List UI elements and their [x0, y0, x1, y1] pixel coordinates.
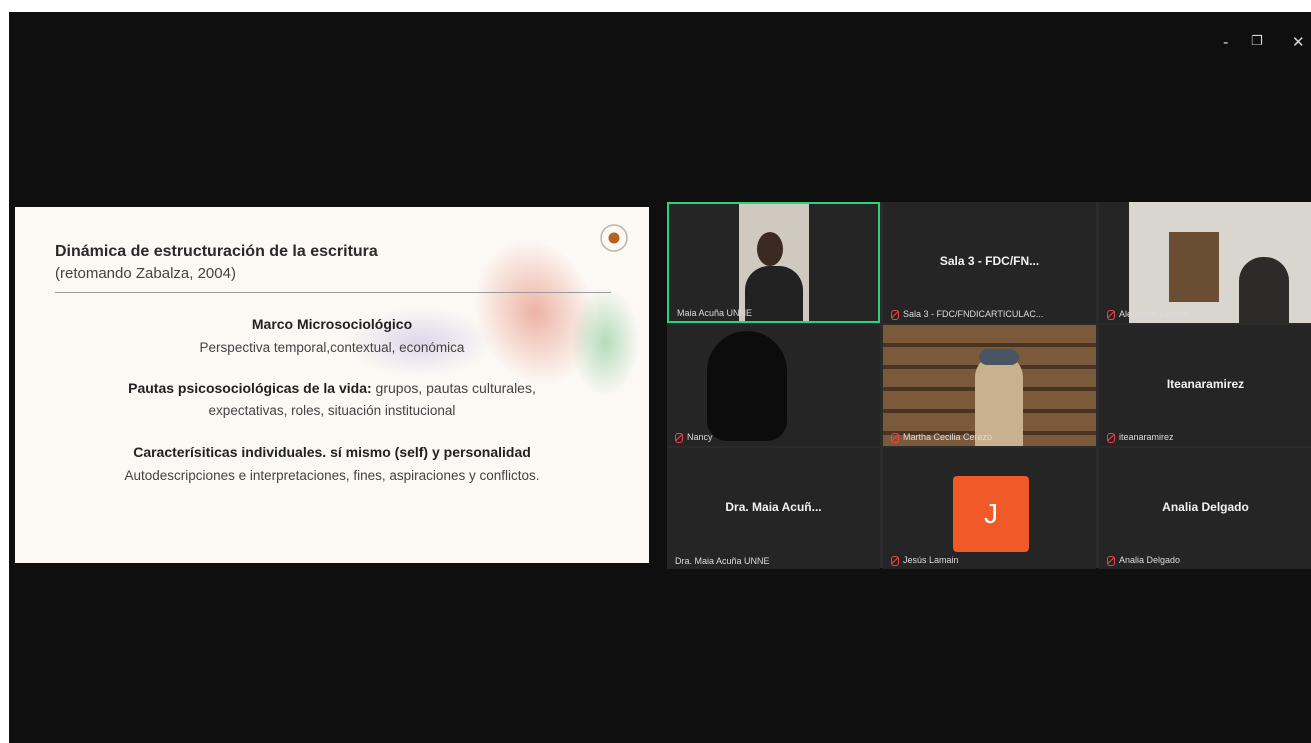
- participant-tile[interactable]: J Jesús Lamain: [883, 448, 1096, 569]
- muted-mic-icon: [891, 556, 899, 566]
- participant-tile[interactable]: Martha Cecilia Cerezo: [883, 325, 1096, 446]
- participant-tile[interactable]: Sala 3 - FDC/FN... Sala 3 - FDC/FNDICART…: [883, 202, 1096, 323]
- participant-video: [883, 325, 1096, 446]
- shared-screen-slide: Dinámica de estructuración de la escritu…: [15, 207, 649, 563]
- participant-video: [1129, 202, 1311, 323]
- section-text-microsociologico: Perspectiva temporal,contextual, económi…: [199, 340, 465, 355]
- participant-name: Maia Acuña UNNE: [677, 308, 753, 318]
- muted-mic-icon: [1107, 556, 1115, 566]
- circle-logo-icon: [600, 224, 628, 252]
- section-heading-microsociologico: Marco Microsociológico: [251, 316, 413, 332]
- participant-name: Alejandro Lozano: [1107, 309, 1189, 320]
- participant-tile[interactable]: Maia Acuña UNNE: [667, 202, 880, 323]
- participant-display-name: Sala 3 - FDC/FN...: [939, 254, 1040, 268]
- participant-tile[interactable]: Dra. Maia Acuñ... Dra. Maia Acuña UNNE: [667, 448, 880, 569]
- participant-display-name: Analia Delgado: [1162, 500, 1249, 514]
- section-heading-caracteristicas: Caracterísiticas individuales. sí mismo …: [133, 444, 531, 460]
- section-text-caracteristicas: Autodescripciones e interpretaciones, fi…: [124, 468, 540, 483]
- section-pautas-line1: Pautas psicosociológicas de la vida: gru…: [15, 380, 649, 396]
- slide-title: Dinámica de estructuración de la escritu…: [55, 243, 378, 260]
- participant-name: Dra. Maia Acuña UNNE: [675, 556, 770, 566]
- participant-tile[interactable]: Alejandro Lozano: [1099, 202, 1311, 323]
- participant-video: [707, 331, 787, 441]
- participant-name: iteanaramirez: [1107, 432, 1174, 443]
- participant-tile[interactable]: Analia Delgado Analia Delgado: [1099, 448, 1311, 569]
- participant-name: Analia Delgado: [1107, 555, 1180, 566]
- muted-mic-icon: [1107, 433, 1115, 443]
- muted-mic-icon: [891, 433, 899, 443]
- participant-name: Sala 3 - FDC/FNDICARTICULAC...: [891, 309, 1043, 320]
- participants-grid: Maia Acuña UNNE Sala 3 - FDC/FN... Sala …: [667, 202, 1311, 569]
- minimize-button[interactable]: -: [1223, 34, 1228, 50]
- section-heading-pautas: Pautas psicosociológicas de la vida:: [128, 380, 372, 396]
- section-text-pautas: grupos, pautas culturales,: [371, 380, 536, 396]
- participant-display-name: Iteanaramirez: [1166, 377, 1245, 391]
- meeting-window: - ❐ ✕ Dinámica de estructuración de la e…: [9, 12, 1311, 743]
- participant-tile[interactable]: Iteanaramirez iteanaramirez: [1099, 325, 1311, 446]
- participant-name: Jesús Lamain: [891, 555, 959, 566]
- restore-button[interactable]: ❐: [1251, 34, 1263, 50]
- muted-mic-icon: [675, 433, 683, 443]
- section-pautas-line2: expectativas, roles, situación instituci…: [208, 403, 456, 418]
- participant-name: Nancy: [675, 432, 713, 443]
- participant-name: Martha Cecilia Cerezo: [891, 432, 992, 443]
- participant-video: [739, 204, 809, 321]
- close-button[interactable]: ✕: [1292, 34, 1305, 50]
- muted-mic-icon: [1107, 310, 1115, 320]
- slide-divider: [55, 292, 611, 293]
- participant-avatar: J: [953, 476, 1029, 552]
- slide-subtitle: (retomando Zabalza, 2004): [55, 265, 236, 282]
- participant-display-name: Dra. Maia Acuñ...: [725, 500, 822, 514]
- participant-tile[interactable]: Nancy: [667, 325, 880, 446]
- muted-mic-icon: [891, 310, 899, 320]
